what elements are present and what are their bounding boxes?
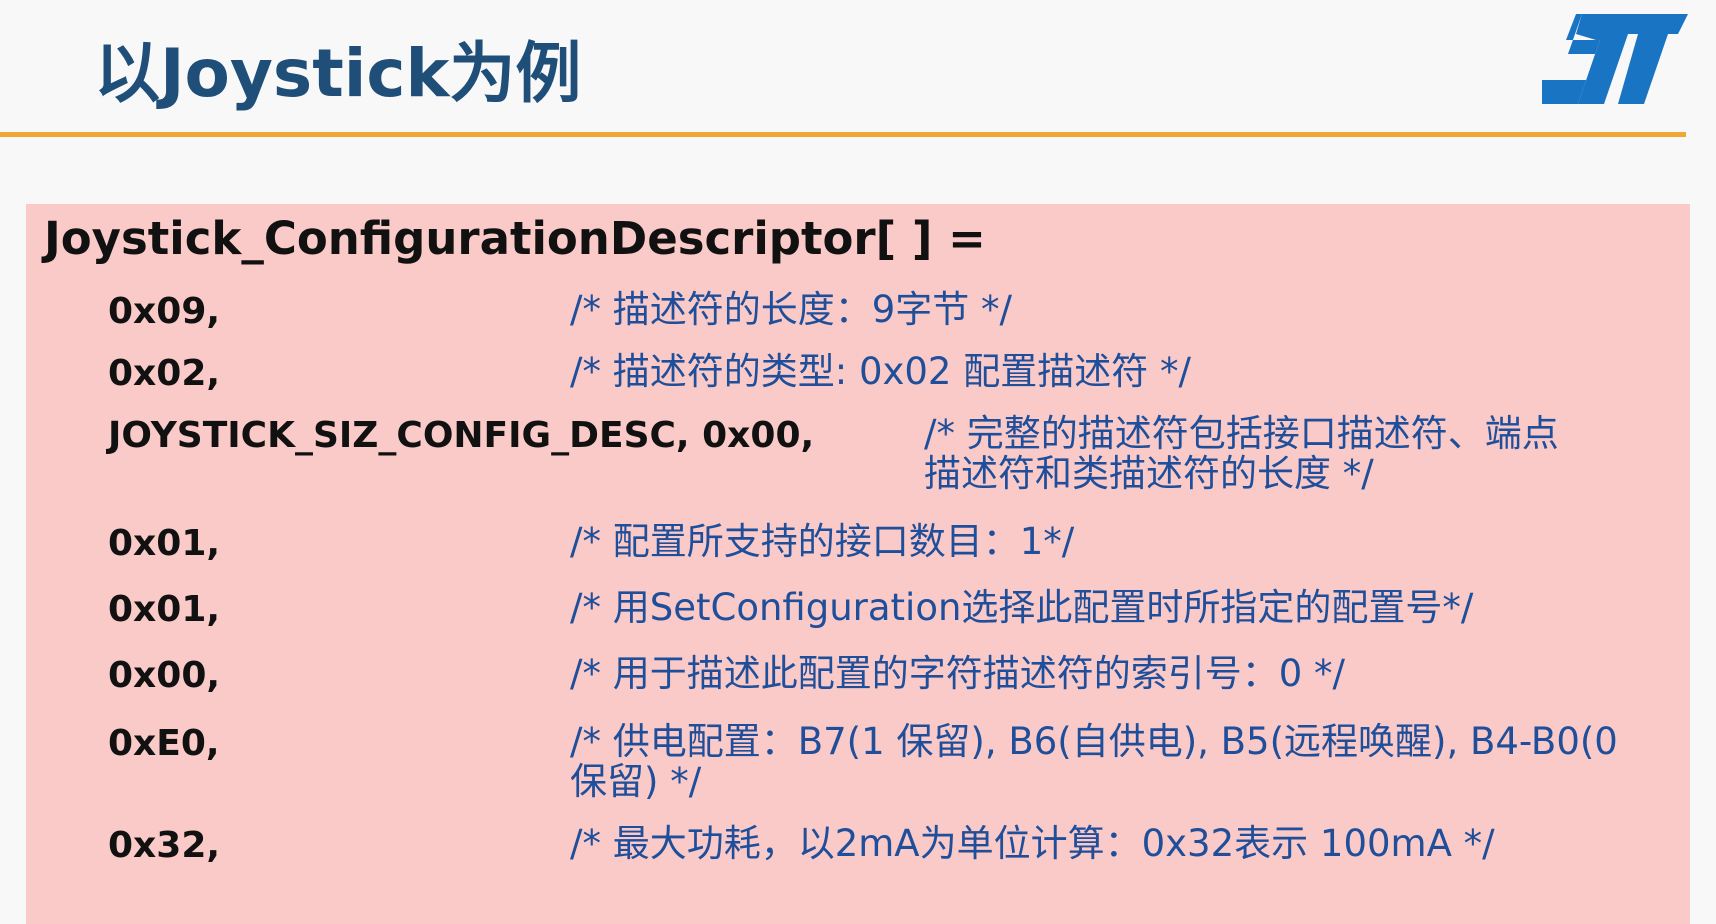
row-comment: /* 供电配置：B7(1 保留), B6(自供电), B5(远程唤醒), B4-… bbox=[570, 720, 1618, 803]
row-code: 0xE0, bbox=[108, 723, 220, 764]
st-logo-icon bbox=[1542, 14, 1688, 104]
row-code: JOYSTICK_SIZ_CONFIG_DESC, 0x00, bbox=[108, 415, 815, 456]
row-comment: /* 最大功耗，以2mA为单位计算：0x32表示 100mA */ bbox=[570, 822, 1495, 865]
row-code: 0x09, bbox=[108, 291, 221, 332]
row-code: 0x32, bbox=[108, 825, 221, 866]
row-comment: /* 用SetConfiguration选择此配置时所指定的配置号*/ bbox=[570, 586, 1474, 629]
row-code: 0x00, bbox=[108, 655, 221, 696]
slide: 以Joystick为例 Joystick_ConfigurationDescri… bbox=[0, 0, 1716, 924]
row-code: 0x01, bbox=[108, 523, 221, 564]
row-comment: /* 配置所支持的接口数目：1*/ bbox=[570, 520, 1075, 563]
slide-title: 以Joystick为例 bbox=[94, 35, 582, 112]
row-comment: /* 描述符的长度：9字节 */ bbox=[570, 288, 1012, 331]
title-divider bbox=[0, 132, 1686, 137]
row-comment: /* 描述符的类型: 0x02 配置描述符 */ bbox=[570, 350, 1191, 393]
row-code: 0x02, bbox=[108, 353, 221, 394]
row-comment: /* 完整的描述符包括接口描述符、端点描述符和类描述符的长度 */ bbox=[924, 412, 1559, 495]
descriptor-panel: Joystick_ConfigurationDescriptor[ ] = 0x… bbox=[26, 204, 1690, 924]
row-comment: /* 用于描述此配置的字符描述符的索引号：0 */ bbox=[570, 652, 1345, 695]
descriptor-name: Joystick_ConfigurationDescriptor[ ] = bbox=[44, 212, 986, 265]
row-code: 0x01, bbox=[108, 589, 221, 630]
